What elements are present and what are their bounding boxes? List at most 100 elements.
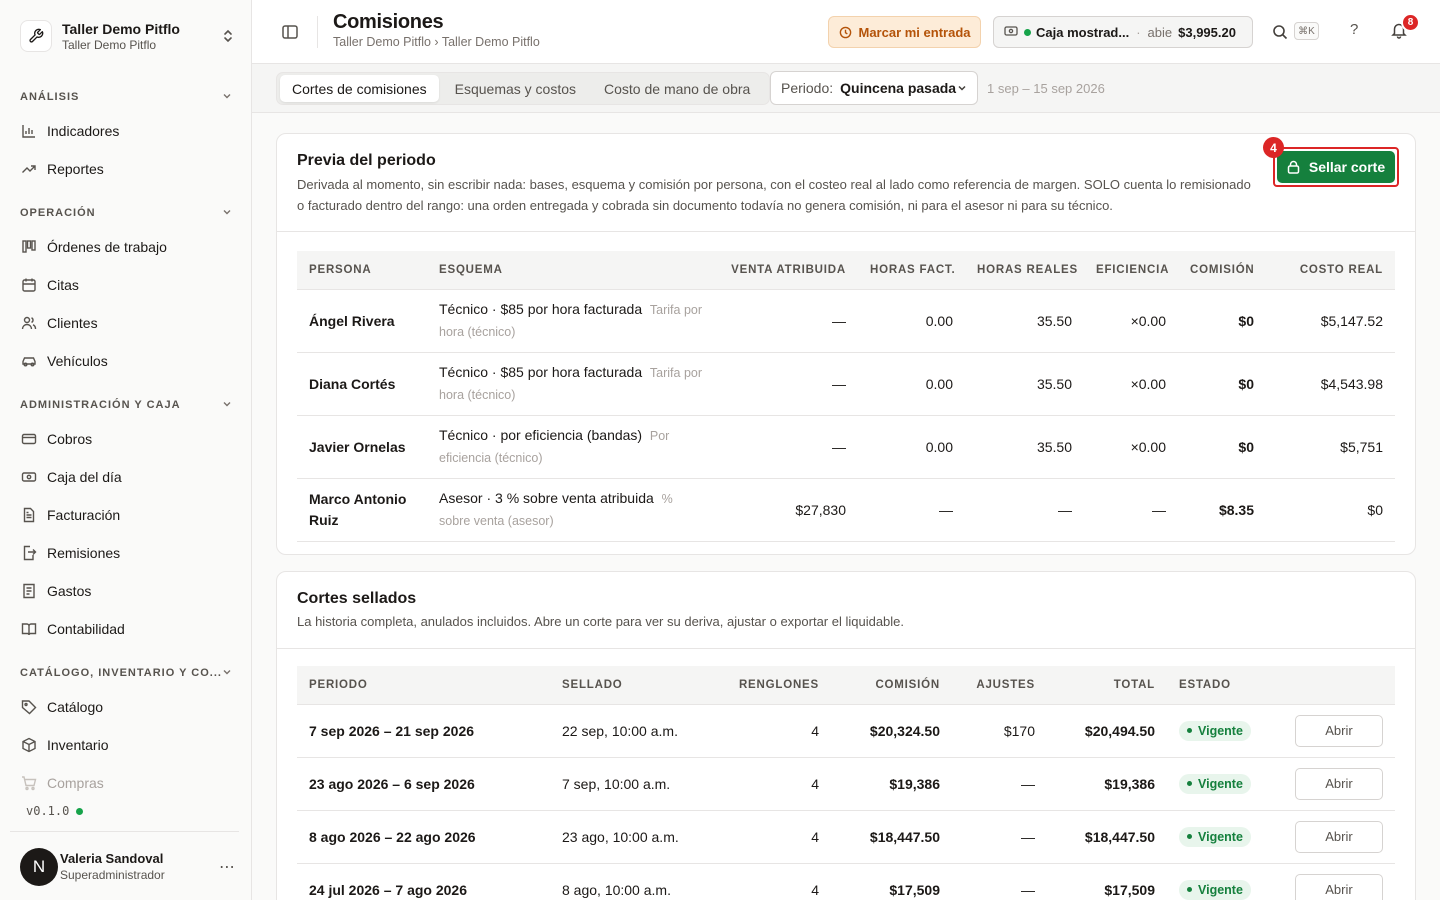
sidebar-item-clientes[interactable]: Clientes xyxy=(10,306,242,340)
sidebar-item-gastos[interactable]: Gastos xyxy=(10,574,242,608)
sealed-title: Cortes sellados xyxy=(297,590,417,607)
cell-status: Vigente xyxy=(1167,810,1283,864)
sidebar-item-label: Remisiones xyxy=(47,545,121,561)
keyboard-shortcut-hint: ⌘K xyxy=(1294,22,1319,40)
cell-efficiency: — xyxy=(1084,478,1178,542)
cell-commission: $17,509 xyxy=(831,863,952,900)
section-title: OPERACIÓN xyxy=(20,207,96,219)
wrench-icon xyxy=(20,20,52,52)
search-icon[interactable] xyxy=(1272,22,1290,42)
lock-icon xyxy=(1287,160,1300,174)
col-sellado[interactable]: SELLADO xyxy=(550,666,706,705)
more-horizontal-icon[interactable]: ⋯ xyxy=(219,857,239,877)
sidebar-item-label: Caja del día xyxy=(47,469,122,485)
cell-period: 7 sep 2026 – 21 sep 2026 xyxy=(297,704,550,758)
section-title: ADMINISTRACIÓN Y CAJA xyxy=(20,399,181,411)
chevron-down-icon xyxy=(222,399,232,412)
version-text: v0.1.0 xyxy=(26,804,70,818)
section-analisis[interactable]: ANÁLISIS xyxy=(20,89,232,105)
sidebar-item-inventario[interactable]: Inventario xyxy=(10,728,242,762)
period-range: 1 sep – 15 sep 2026 xyxy=(987,81,1105,96)
sidebar-item-cobros[interactable]: Cobros xyxy=(10,422,242,456)
user-menu[interactable]: N Valeria Sandoval Superadministrador ⋯ xyxy=(10,831,239,891)
chevrons-up-down-icon xyxy=(220,26,236,46)
status-dot xyxy=(1187,781,1192,787)
cell-action: Abrir xyxy=(1283,810,1395,864)
open-cut-button[interactable]: Abrir xyxy=(1295,767,1383,800)
col-persona[interactable]: PERSONA xyxy=(297,251,427,290)
scheme-main: Técnico · $85 por hora facturada xyxy=(439,363,643,380)
col-horas-fact[interactable]: HORAS FACT. xyxy=(858,251,965,290)
cell-adjustments: $170 xyxy=(952,704,1047,758)
sidebar: Taller Demo Pitflo Taller Demo Pitflo AN… xyxy=(0,0,252,900)
cell-period: 23 ago 2026 – 6 sep 2026 xyxy=(297,757,550,811)
col-costo-real[interactable]: COSTO REAL xyxy=(1266,251,1395,290)
status-badge: Vigente xyxy=(1179,773,1251,794)
sidebar-toggle-icon[interactable] xyxy=(280,22,300,42)
open-cut-button[interactable]: Abrir xyxy=(1295,714,1383,747)
sub-navigation: Cortes de comisiones Esquemas y costos C… xyxy=(252,64,1440,113)
table-row: 24 jul 2026 – 7 ago 2026 8 ago, 10:00 a.… xyxy=(297,863,1395,900)
col-horas-reales[interactable]: HORAS REALES xyxy=(965,251,1084,290)
sidebar-item-contabilidad[interactable]: Contabilidad xyxy=(10,612,242,646)
col-total[interactable]: TOTAL xyxy=(1047,666,1167,705)
cell-person: Marco Antonio Ruiz xyxy=(297,478,427,542)
org-switcher[interactable]: Taller Demo Pitflo Taller Demo Pitflo xyxy=(20,18,236,54)
sidebar-item-label: Gastos xyxy=(47,583,92,599)
sidebar-item-ordenes[interactable]: Órdenes de trabajo xyxy=(10,230,242,264)
col-actions xyxy=(1283,666,1395,705)
sidebar-item-indicadores[interactable]: Indicadores xyxy=(10,114,242,148)
help-icon[interactable]: ? xyxy=(1350,21,1358,38)
col-ajustes[interactable]: AJUSTES xyxy=(952,666,1047,705)
open-cut-button[interactable]: Abrir xyxy=(1295,820,1383,853)
cell-period: 8 ago 2026 – 22 ago 2026 xyxy=(297,810,550,864)
col-venta[interactable]: VENTA ATRIBUIDA xyxy=(717,251,858,290)
col-comision[interactable]: COMISIÓN xyxy=(831,666,952,705)
cell-real-hours: 35.50 xyxy=(965,352,1084,416)
check-in-button[interactable]: Marcar mi entrada xyxy=(828,16,981,48)
car-icon xyxy=(20,353,37,370)
sidebar-item-catalogo[interactable]: Catálogo xyxy=(10,690,242,724)
sidebar-item-label: Indicadores xyxy=(47,123,120,139)
sidebar-item-citas[interactable]: Citas xyxy=(10,268,242,302)
section-catalogo[interactable]: CATÁLOGO, INVENTARIO Y CO... xyxy=(20,665,232,681)
tab-costo-mano-obra[interactable]: Costo de mano de obra xyxy=(592,75,762,102)
col-periodo[interactable]: PERIODO xyxy=(297,666,550,705)
sidebar-item-vehiculos[interactable]: Vehículos xyxy=(10,344,242,378)
cell-total: $18,447.50 xyxy=(1047,810,1167,864)
sidebar-item-facturacion[interactable]: Facturación xyxy=(10,498,242,532)
sidebar-item-reportes[interactable]: Reportes xyxy=(10,152,242,186)
status-text: Vigente xyxy=(1198,776,1243,791)
col-eficiencia[interactable]: EFICIENCIA xyxy=(1084,251,1178,290)
section-title: CATÁLOGO, INVENTARIO Y CO... xyxy=(20,667,222,679)
col-estado[interactable]: ESTADO xyxy=(1167,666,1283,705)
table-row: Ángel Rivera Técnico · $85 por hora fact… xyxy=(297,289,1395,353)
cell-real-cost: $5,147.52 xyxy=(1266,289,1395,353)
cash-icon xyxy=(1004,25,1018,40)
cash-register-selector[interactable]: Caja mostrad... · abie $3,995.20 xyxy=(993,16,1253,48)
sidebar-item-remisiones[interactable]: Remisiones xyxy=(10,536,242,570)
open-cut-button[interactable]: Abrir xyxy=(1295,873,1383,900)
section-administracion[interactable]: ADMINISTRACIÓN Y CAJA xyxy=(20,397,232,413)
section-operacion[interactable]: OPERACIÓN xyxy=(20,205,232,221)
col-esquema[interactable]: ESQUEMA xyxy=(427,251,717,290)
tab-esquemas[interactable]: Esquemas y costos xyxy=(443,75,588,102)
sealed-table: PERIODO SELLADO RENGLONES COMISIÓN AJUST… xyxy=(297,666,1395,900)
col-renglones[interactable]: RENGLONES xyxy=(706,666,831,705)
seal-cut-button[interactable]: Sellar corte xyxy=(1277,151,1395,183)
cell-real-hours: — xyxy=(965,478,1084,542)
table-row: Marco Antonio Ruiz Asesor · 3 % sobre ve… xyxy=(297,478,1395,542)
col-comision[interactable]: COMISIÓN xyxy=(1178,251,1266,290)
period-select[interactable]: Periodo: Quincena pasada xyxy=(770,71,978,105)
sidebar-item-caja[interactable]: Caja del día xyxy=(10,460,242,494)
cell-person: Diana Cortés xyxy=(297,352,427,416)
cash-register-name: Caja mostrad... xyxy=(1036,24,1130,40)
sealed-cuts-card: Cortes sellados La historia completa, an… xyxy=(276,571,1416,900)
sidebar-item-label: Citas xyxy=(47,277,79,293)
tab-cortes[interactable]: Cortes de comisiones xyxy=(280,75,439,102)
org-subtitle: Taller Demo Pitflo xyxy=(62,37,157,52)
cell-real-hours: 35.50 xyxy=(965,289,1084,353)
cell-lines: 4 xyxy=(706,810,831,864)
cell-person: Javier Ornelas xyxy=(297,415,427,479)
sidebar-item-compras[interactable]: Compras xyxy=(10,766,242,800)
